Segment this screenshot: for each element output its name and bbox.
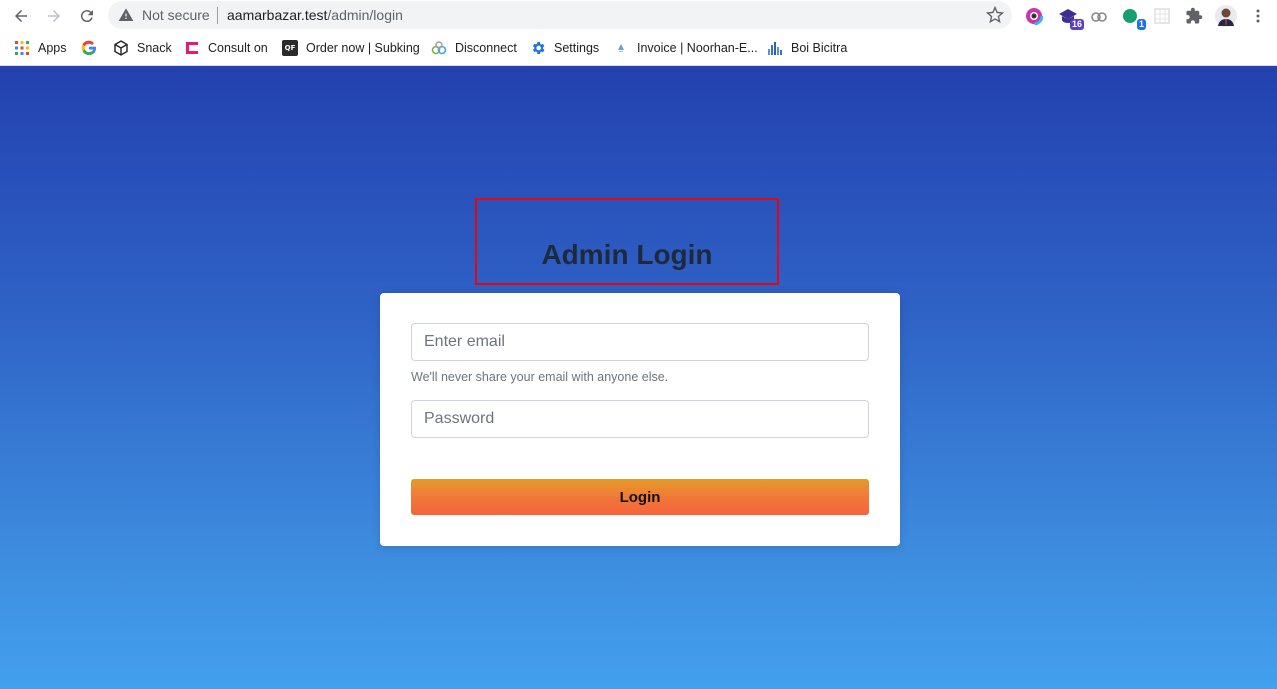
bookmark-label: Boi Bicitra — [791, 41, 848, 55]
bookmark-order-now[interactable]: QF Order now | Subking — [282, 39, 420, 57]
bookmark-label: Apps — [38, 41, 67, 55]
url-host: aamarbazar.test — [227, 7, 328, 23]
bookmark-google[interactable] — [81, 39, 105, 57]
color-wheel-icon — [1025, 7, 1043, 25]
omnibox-divider — [217, 7, 218, 24]
consult-icon — [184, 40, 200, 56]
grid-extension-icon — [1154, 8, 1170, 24]
arrow-right-icon — [48, 10, 60, 22]
bookmark-label: Invoice | Noorhan-E... — [637, 41, 758, 55]
bookmark-consult-on[interactable]: Consult on — [184, 39, 268, 57]
forward-button[interactable] — [42, 4, 66, 28]
colorzilla-icon[interactable] — [1023, 5, 1045, 27]
apps-grid-icon — [14, 40, 30, 56]
bookmark-label: Settings — [554, 41, 600, 55]
extension-badge: 16 — [1069, 19, 1084, 30]
bookmark-label: Order now | Subking — [306, 41, 420, 55]
url-text[interactable]: aamarbazar.test/admin/login — [227, 7, 403, 23]
security-status[interactable]: Not secure — [142, 7, 210, 23]
link-icon — [1091, 12, 1107, 22]
page-title: Admin Login — [541, 239, 713, 270]
gear-icon — [530, 40, 546, 56]
login-card: We'll never share your email with anyone… — [380, 293, 900, 546]
grid-extension[interactable] — [1151, 5, 1173, 27]
bookmark-label: Snack — [137, 41, 172, 55]
grammarly-extension[interactable]: 1 — [1119, 5, 1146, 30]
bookmark-snack[interactable]: Snack — [113, 39, 172, 57]
login-page: Admin Login We'll never share your email… — [0, 66, 1277, 689]
graduation-cap-extension[interactable]: 16 — [1057, 5, 1084, 30]
google-icon — [81, 40, 97, 56]
extensions-menu-button[interactable] — [1183, 5, 1205, 27]
disconnect-icon — [431, 40, 447, 56]
email-field[interactable] — [411, 323, 869, 361]
email-help-text: We'll never share your email with anyone… — [411, 370, 669, 384]
bookmark-label: Disconnect — [455, 41, 517, 55]
invoice-icon — [613, 40, 629, 56]
link-extension[interactable] — [1088, 5, 1110, 27]
warning-triangle-icon — [118, 8, 134, 21]
reload-icon — [80, 10, 93, 23]
browser-menu-button[interactable] — [1247, 5, 1269, 27]
password-field[interactable] — [411, 400, 869, 438]
bookmarks-bar: Apps Snack Consult on QF Order now | Sub… — [0, 32, 1277, 66]
address-bar[interactable]: Not secure aamarbazar.test/admin/login — [108, 1, 1012, 29]
bookmark-apps[interactable]: Apps — [14, 39, 67, 57]
avatar-icon — [1215, 5, 1237, 27]
boi-bicitra-icon — [767, 40, 783, 56]
qf-icon: QF — [282, 40, 298, 56]
arrow-left-icon — [15, 10, 27, 22]
bookmark-settings[interactable]: Settings — [530, 39, 599, 57]
back-button[interactable] — [9, 4, 33, 28]
puzzle-icon — [1186, 7, 1203, 24]
more-vert-icon — [1256, 9, 1260, 23]
browser-toolbar: Not secure aamarbazar.test/admin/login 1… — [0, 0, 1277, 32]
bookmark-label: Consult on — [208, 41, 268, 55]
bookmark-disconnect[interactable]: Disconnect — [431, 39, 517, 57]
snack-cube-icon — [113, 40, 129, 56]
bookmark-invoice[interactable]: Invoice | Noorhan-E... — [613, 39, 758, 57]
login-button[interactable]: Login — [411, 479, 869, 515]
profile-avatar[interactable] — [1215, 5, 1237, 27]
url-path: /admin/login — [327, 7, 403, 23]
bookmark-star-icon[interactable] — [986, 6, 1004, 24]
title-highlight-box: Admin Login — [475, 198, 779, 285]
reload-button[interactable] — [75, 4, 99, 28]
extension-badge: 1 — [1136, 19, 1146, 30]
bookmark-boi-bicitra[interactable]: Boi Bicitra — [767, 39, 847, 57]
